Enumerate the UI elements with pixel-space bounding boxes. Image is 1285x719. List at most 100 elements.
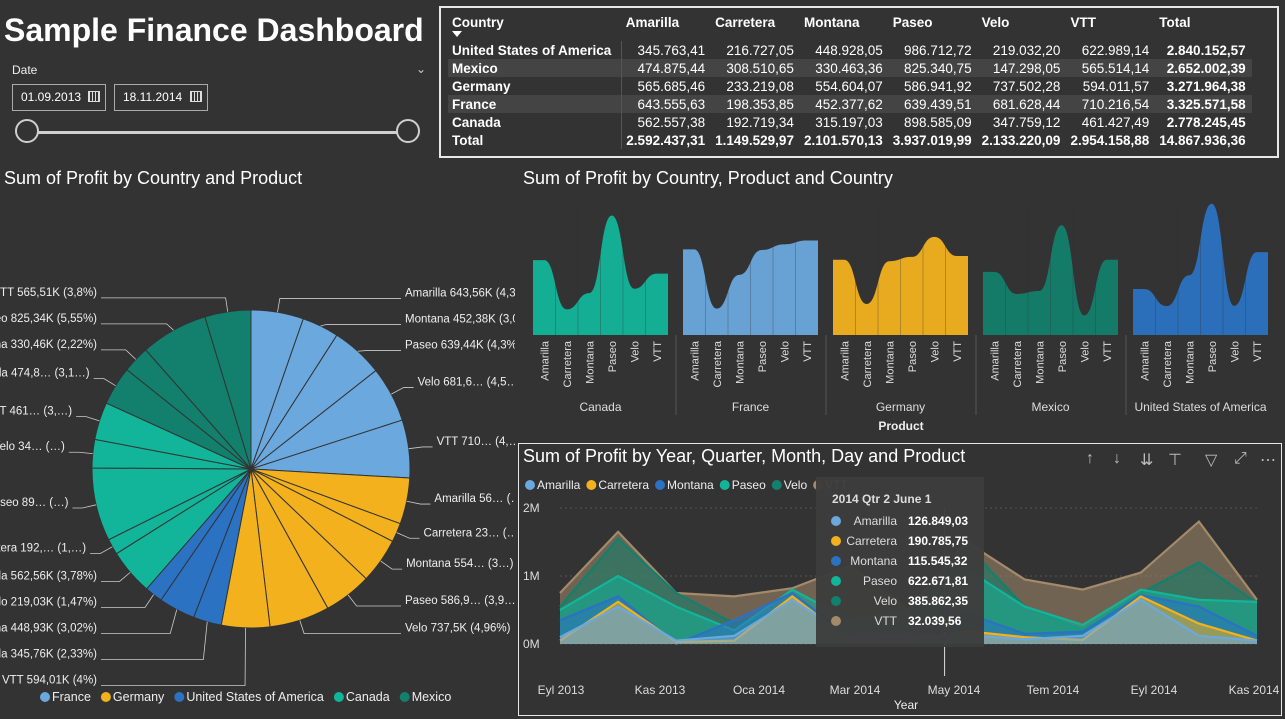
country-group-label: United States of America [1134, 400, 1266, 414]
pie-leader-line [68, 451, 93, 454]
column-header-label: Amarilla [625, 15, 680, 30]
table-cell: 198.353,85 [711, 95, 800, 113]
pie-data-label: Amarilla 643,56K (4,33%) [405, 287, 515, 299]
table-row[interactable]: Mexico 474.875,44 308.510,65 330.463,36 825.… [448, 59, 1252, 77]
product-tick-label: VTT [1102, 341, 1114, 362]
tooltip-series-name: Amarilla [854, 514, 898, 528]
column-header[interactable]: Carretera [711, 13, 800, 41]
legend-label: Paseo [732, 478, 766, 492]
tooltip-marker [831, 576, 841, 586]
pie-leader-line [320, 324, 401, 327]
tooltip-title: 2014 Qtr 2 June 1 [832, 492, 932, 506]
slider-start-handle[interactable] [15, 119, 39, 143]
table-total-cell: 14.867.936,36 [1159, 132, 1246, 148]
table-cell: 639.439,51 [888, 95, 978, 113]
table-cell: 345.763,41 [637, 42, 706, 58]
expand-hierarchy-icon[interactable]: ⊤ [1168, 450, 1182, 470]
end-date-input[interactable]: 18.11.2014 [114, 84, 208, 111]
pie-data-label: Montana 330,46K (2,22%) [0, 339, 97, 351]
product-tick-label: Velo [1229, 341, 1241, 362]
pie-leader-line [396, 532, 420, 539]
pie-leader-line [299, 620, 401, 635]
pie-leader-line [408, 446, 433, 450]
tooltip-series-name: Carretera [846, 534, 897, 548]
column-header[interactable]: Montana [800, 13, 889, 41]
pie-leader-line [101, 297, 229, 312]
product-tick-label: Paseo [607, 341, 619, 372]
drill-down-icon[interactable]: ↓ [1113, 450, 1121, 468]
legend-label: Amarilla [537, 478, 581, 492]
more-options-icon[interactable]: ⋯ [1260, 450, 1276, 470]
column-header[interactable]: Velo [978, 13, 1067, 41]
slider-end-handle[interactable] [396, 119, 420, 143]
y-tick-label: 1M [523, 569, 540, 583]
table-cell: 216.727,05 [726, 42, 794, 58]
start-date-value: 01.09.2013 [21, 90, 82, 104]
table-cell: 986.712,72 [904, 42, 972, 58]
drill-up-icon[interactable]: ↑ [1086, 450, 1094, 468]
filter-icon[interactable]: ▽ [1205, 450, 1217, 470]
pie-leader-line [391, 387, 414, 395]
table-cell: 622.989,14 [1081, 42, 1150, 58]
table-cell: Mexico [448, 59, 623, 77]
pie-data-label: Paseo 586,9… (3,9…) [405, 595, 515, 607]
legend-label: Mexico [412, 690, 452, 704]
tooltip-series-value: 190.785,75 [908, 534, 968, 548]
column-header[interactable]: Country [448, 13, 622, 41]
legend-marker [40, 692, 50, 702]
tooltip-series-name: Montana [850, 554, 897, 568]
product-tick-label: Paseo [1057, 341, 1069, 372]
calendar-icon[interactable] [88, 91, 100, 102]
calendar-icon[interactable] [190, 91, 202, 102]
table-cell: Germany [448, 77, 623, 95]
pie-leader-line [347, 594, 401, 607]
table-total-cell: 2.133.220,09 [981, 132, 1061, 148]
product-tick-label: Velo [929, 341, 941, 362]
table-cell: 192.719,34 [726, 114, 794, 130]
expand-next-level-icon[interactable]: ⇊ [1140, 450, 1153, 470]
table-row[interactable]: United States of America 345.763,41 216.72… [448, 41, 1252, 59]
table-row[interactable]: Germany 565.685,46 233.219,08 554.604,07 586… [448, 77, 1252, 95]
x-tick-label: Eyl 2013 [538, 683, 585, 697]
tooltip-series-value: 126.849,03 [908, 514, 968, 528]
pie-leader-line [406, 500, 431, 505]
table-total-cell: 2.101.570,13 [803, 132, 883, 148]
product-tick-label: Montana [584, 340, 596, 384]
pie-leader-line [101, 609, 178, 634]
product-tick-label: Velo [779, 341, 791, 362]
pie-data-label: Montana 554… (3…) [406, 558, 514, 570]
start-date-input[interactable]: 01.09.2013 [12, 84, 106, 111]
table-cell: 2.840.152,57 [1166, 42, 1246, 58]
legend-label: Velo [784, 478, 808, 492]
profit-table-visual: Country Amarilla Carretera Montana Paseo Velo… [439, 6, 1279, 158]
table-total-cell: 2.592.437,31 [626, 132, 706, 148]
table-cell: 2.652.002,39 [1155, 59, 1252, 77]
column-header[interactable]: Total [1155, 13, 1251, 41]
table-row[interactable]: Canada 562.557,38 192.719,34 315.197,03 898.… [448, 113, 1252, 131]
table-cell: Canada [448, 113, 623, 131]
pie-data-label: VTT 594,01K (4%) [2, 674, 97, 686]
x-axis-title: Product [878, 419, 923, 433]
product-tick-label: Amarilla [989, 340, 1001, 381]
legend-label: France [52, 690, 91, 704]
product-tick-label: VTT [1252, 341, 1264, 362]
column-header[interactable]: Paseo [889, 13, 978, 41]
tooltip-series-name: VTT [874, 614, 897, 628]
tooltip-series-value: 32.039,56 [908, 614, 962, 628]
chevron-down-icon[interactable]: ⌄ [416, 62, 426, 76]
product-tick-label: VTT [802, 341, 814, 362]
focus-mode-icon[interactable]: ⤢ [1234, 450, 1247, 468]
column-header[interactable]: Amarilla [622, 13, 711, 41]
legend-marker [100, 692, 111, 702]
time-area-chart: Amarilla Carretera Montana Paseo Velo VTT 0M 1M… [523, 477, 1280, 712]
table-cell: 554.604,07 [815, 78, 883, 94]
product-tick-label: Amarilla [539, 340, 551, 381]
date-range-slider-track[interactable] [27, 131, 408, 134]
column-header[interactable]: VTT [1066, 13, 1155, 41]
table-row[interactable]: France 643.555,63 198.353,85 452.377,62 639.… [448, 95, 1252, 113]
table-cell: 2.778.245,45 [1166, 114, 1246, 130]
pie-data-label: Montana 452,38K (3,04%) [405, 313, 515, 325]
sort-desc-icon[interactable] [452, 31, 462, 37]
pie-data-label: Montana 448,93K (3,02%) [0, 622, 97, 634]
pie-leader-line [90, 546, 113, 555]
